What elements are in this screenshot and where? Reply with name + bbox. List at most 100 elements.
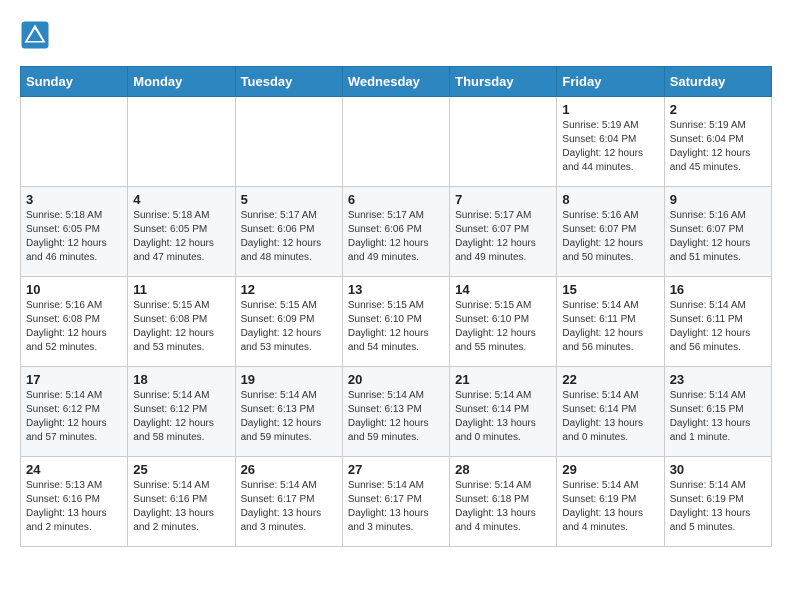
calendar-cell: 11 Sunrise: 5:15 AM Sunset: 6:08 PM Dayli… bbox=[128, 277, 235, 367]
day-info: Sunrise: 5:15 AM Sunset: 6:10 PM Dayligh… bbox=[455, 299, 551, 355]
week-row-1: 3 Sunrise: 5:18 AM Sunset: 6:05 PM Daylig… bbox=[21, 187, 772, 277]
calendar-cell: 13 Sunrise: 5:15 AM Sunset: 6:10 PM Dayli… bbox=[342, 277, 449, 367]
day-number: 28 bbox=[455, 462, 551, 477]
day-number: 22 bbox=[562, 372, 658, 387]
header-thursday: Thursday bbox=[450, 67, 557, 97]
calendar-cell: 23 Sunrise: 5:14 AM Sunset: 6:15 PM Dayli… bbox=[664, 367, 771, 457]
day-info: Sunrise: 5:14 AM Sunset: 6:14 PM Dayligh… bbox=[562, 389, 658, 445]
calendar-cell: 28 Sunrise: 5:14 AM Sunset: 6:18 PM Dayli… bbox=[450, 457, 557, 547]
day-number: 19 bbox=[241, 372, 337, 387]
day-number: 24 bbox=[26, 462, 122, 477]
day-number: 11 bbox=[133, 282, 229, 297]
calendar: SundayMondayTuesdayWednesdayThursdayFrid… bbox=[20, 66, 772, 547]
calendar-cell bbox=[235, 97, 342, 187]
header-monday: Monday bbox=[128, 67, 235, 97]
day-info: Sunrise: 5:15 AM Sunset: 6:10 PM Dayligh… bbox=[348, 299, 444, 355]
header-saturday: Saturday bbox=[664, 67, 771, 97]
calendar-cell: 21Sunrise: 5:14 AM Sunset: 6:14 PM Dayli… bbox=[450, 367, 557, 457]
day-info: Sunrise: 5:14 AM Sunset: 6:18 PM Dayligh… bbox=[455, 479, 551, 535]
calendar-cell: 29 Sunrise: 5:14 AM Sunset: 6:19 PM Dayli… bbox=[557, 457, 664, 547]
day-info: Sunrise: 5:18 AM Sunset: 6:05 PM Dayligh… bbox=[133, 209, 229, 265]
day-info: Sunrise: 5:14 AM Sunset: 6:12 PM Dayligh… bbox=[26, 389, 122, 445]
day-info: Sunrise: 5:14 AM Sunset: 6:13 PM Dayligh… bbox=[241, 389, 337, 445]
header-friday: Friday bbox=[557, 67, 664, 97]
day-info: Sunrise: 5:19 AM Sunset: 6:04 PM Dayligh… bbox=[562, 119, 658, 175]
day-number: 9 bbox=[670, 192, 766, 207]
day-info: Sunrise: 5:14 AM Sunset: 6:12 PM Dayligh… bbox=[133, 389, 229, 445]
calendar-cell: 3Sunrise: 5:18 AM Sunset: 6:05 PM Daylig… bbox=[21, 187, 128, 277]
day-info: Sunrise: 5:19 AM Sunset: 6:04 PM Dayligh… bbox=[670, 119, 766, 175]
day-number: 14 bbox=[455, 282, 551, 297]
day-number: 18 bbox=[133, 372, 229, 387]
calendar-cell bbox=[342, 97, 449, 187]
week-row-0: 1 Sunrise: 5:19 AM Sunset: 6:04 PM Daylig… bbox=[21, 97, 772, 187]
calendar-cell: 24Sunrise: 5:13 AM Sunset: 6:16 PM Dayli… bbox=[21, 457, 128, 547]
calendar-cell: 4 Sunrise: 5:18 AM Sunset: 6:05 PM Daylig… bbox=[128, 187, 235, 277]
week-row-2: 10 Sunrise: 5:16 AM Sunset: 6:08 PM Dayli… bbox=[21, 277, 772, 367]
day-info: Sunrise: 5:14 AM Sunset: 6:11 PM Dayligh… bbox=[670, 299, 766, 355]
day-number: 23 bbox=[670, 372, 766, 387]
calendar-cell: 25 Sunrise: 5:14 AM Sunset: 6:16 PM Dayli… bbox=[128, 457, 235, 547]
calendar-cell: 12 Sunrise: 5:15 AM Sunset: 6:09 PM Dayli… bbox=[235, 277, 342, 367]
calendar-cell: 16 Sunrise: 5:14 AM Sunset: 6:11 PM Dayli… bbox=[664, 277, 771, 367]
day-info: Sunrise: 5:15 AM Sunset: 6:08 PM Dayligh… bbox=[133, 299, 229, 355]
calendar-header-row: SundayMondayTuesdayWednesdayThursdayFrid… bbox=[21, 67, 772, 97]
day-number: 3 bbox=[26, 192, 122, 207]
day-info: Sunrise: 5:14 AM Sunset: 6:17 PM Dayligh… bbox=[348, 479, 444, 535]
day-number: 30 bbox=[670, 462, 766, 477]
day-number: 25 bbox=[133, 462, 229, 477]
day-number: 27 bbox=[348, 462, 444, 477]
day-info: Sunrise: 5:14 AM Sunset: 6:19 PM Dayligh… bbox=[562, 479, 658, 535]
day-info: Sunrise: 5:16 AM Sunset: 6:08 PM Dayligh… bbox=[26, 299, 122, 355]
day-info: Sunrise: 5:14 AM Sunset: 6:15 PM Dayligh… bbox=[670, 389, 766, 445]
calendar-cell: 6 Sunrise: 5:17 AM Sunset: 6:06 PM Daylig… bbox=[342, 187, 449, 277]
day-number: 1 bbox=[562, 102, 658, 117]
day-number: 2 bbox=[670, 102, 766, 117]
week-row-4: 24Sunrise: 5:13 AM Sunset: 6:16 PM Dayli… bbox=[21, 457, 772, 547]
day-number: 12 bbox=[241, 282, 337, 297]
day-number: 6 bbox=[348, 192, 444, 207]
day-info: Sunrise: 5:14 AM Sunset: 6:13 PM Dayligh… bbox=[348, 389, 444, 445]
day-number: 5 bbox=[241, 192, 337, 207]
header-tuesday: Tuesday bbox=[235, 67, 342, 97]
day-number: 29 bbox=[562, 462, 658, 477]
week-row-3: 17 Sunrise: 5:14 AM Sunset: 6:12 PM Dayli… bbox=[21, 367, 772, 457]
calendar-cell: 10 Sunrise: 5:16 AM Sunset: 6:08 PM Dayli… bbox=[21, 277, 128, 367]
day-info: Sunrise: 5:17 AM Sunset: 6:06 PM Dayligh… bbox=[348, 209, 444, 265]
calendar-cell: 9 Sunrise: 5:16 AM Sunset: 6:07 PM Daylig… bbox=[664, 187, 771, 277]
day-info: Sunrise: 5:14 AM Sunset: 6:11 PM Dayligh… bbox=[562, 299, 658, 355]
calendar-cell: 7 Sunrise: 5:17 AM Sunset: 6:07 PM Daylig… bbox=[450, 187, 557, 277]
day-number: 13 bbox=[348, 282, 444, 297]
calendar-cell: 26Sunrise: 5:14 AM Sunset: 6:17 PM Dayli… bbox=[235, 457, 342, 547]
calendar-cell: 19 Sunrise: 5:14 AM Sunset: 6:13 PM Dayli… bbox=[235, 367, 342, 457]
day-info: Sunrise: 5:14 AM Sunset: 6:19 PM Dayligh… bbox=[670, 479, 766, 535]
header-wednesday: Wednesday bbox=[342, 67, 449, 97]
day-info: Sunrise: 5:15 AM Sunset: 6:09 PM Dayligh… bbox=[241, 299, 337, 355]
calendar-cell: 2 Sunrise: 5:19 AM Sunset: 6:04 PM Daylig… bbox=[664, 97, 771, 187]
calendar-cell: 22 Sunrise: 5:14 AM Sunset: 6:14 PM Dayli… bbox=[557, 367, 664, 457]
day-number: 16 bbox=[670, 282, 766, 297]
day-number: 17 bbox=[26, 372, 122, 387]
day-info: Sunrise: 5:16 AM Sunset: 6:07 PM Dayligh… bbox=[670, 209, 766, 265]
calendar-cell bbox=[21, 97, 128, 187]
day-number: 10 bbox=[26, 282, 122, 297]
calendar-cell: 5 Sunrise: 5:17 AM Sunset: 6:06 PM Daylig… bbox=[235, 187, 342, 277]
day-number: 4 bbox=[133, 192, 229, 207]
logo bbox=[20, 20, 54, 50]
calendar-cell: 30 Sunrise: 5:14 AM Sunset: 6:19 PM Dayli… bbox=[664, 457, 771, 547]
calendar-cell bbox=[450, 97, 557, 187]
day-number: 21 bbox=[455, 372, 551, 387]
day-info: Sunrise: 5:17 AM Sunset: 6:07 PM Dayligh… bbox=[455, 209, 551, 265]
day-number: 7 bbox=[455, 192, 551, 207]
header-sunday: Sunday bbox=[21, 67, 128, 97]
calendar-cell: 8Sunrise: 5:16 AM Sunset: 6:07 PM Daylig… bbox=[557, 187, 664, 277]
day-info: Sunrise: 5:14 AM Sunset: 6:17 PM Dayligh… bbox=[241, 479, 337, 535]
header bbox=[20, 20, 772, 50]
day-info: Sunrise: 5:16 AM Sunset: 6:07 PM Dayligh… bbox=[562, 209, 658, 265]
day-number: 15 bbox=[562, 282, 658, 297]
logo-icon bbox=[20, 20, 50, 50]
day-number: 20 bbox=[348, 372, 444, 387]
calendar-cell: 27 Sunrise: 5:14 AM Sunset: 6:17 PM Dayli… bbox=[342, 457, 449, 547]
day-info: Sunrise: 5:14 AM Sunset: 6:16 PM Dayligh… bbox=[133, 479, 229, 535]
day-info: Sunrise: 5:17 AM Sunset: 6:06 PM Dayligh… bbox=[241, 209, 337, 265]
